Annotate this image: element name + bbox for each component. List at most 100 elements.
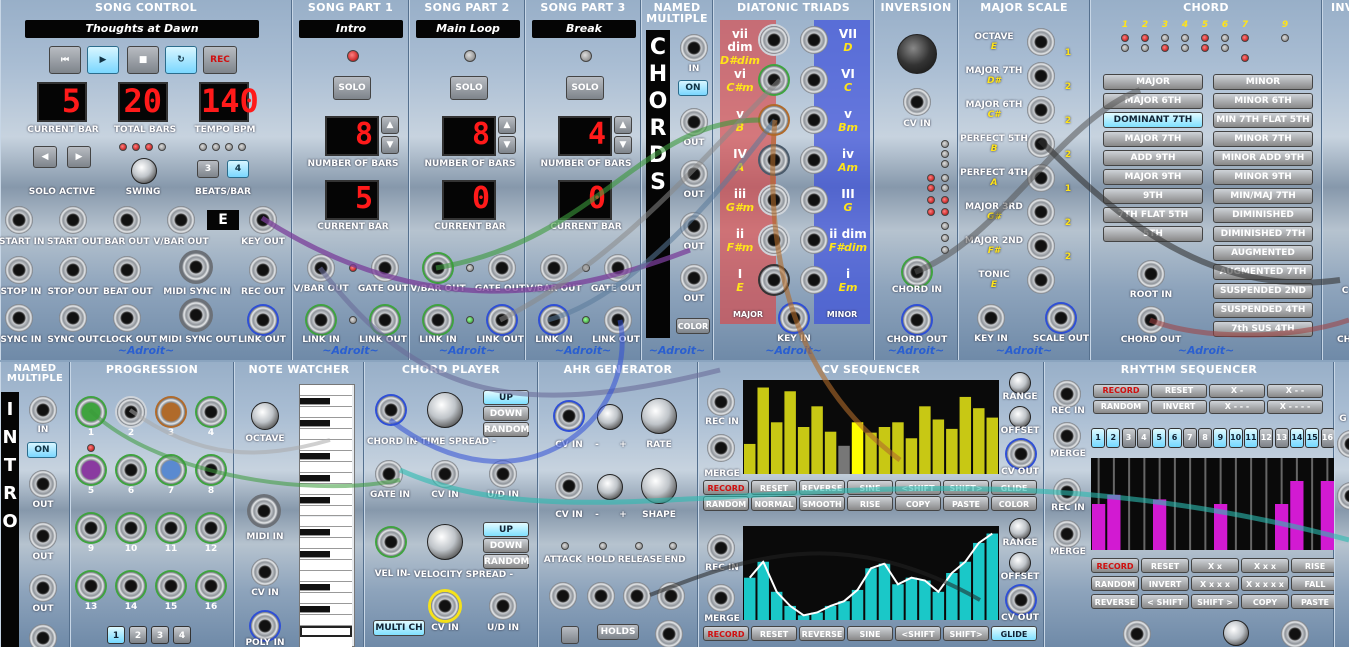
rec-in-jack[interactable] (1053, 478, 1081, 506)
multiple-name-vertical[interactable]: INTRO (1, 392, 19, 647)
ud-in-jack[interactable] (489, 460, 517, 488)
scale-degree-jack[interactable] (1027, 198, 1055, 226)
merge-jack[interactable] (1053, 520, 1081, 548)
progression-step-jack[interactable] (77, 572, 105, 600)
chord-type-button[interactable]: MAJOR 9TH (1103, 169, 1203, 185)
triad-minor-jack[interactable] (800, 26, 828, 54)
cv-in-jack[interactable] (251, 558, 279, 586)
progression-step-jack[interactable] (117, 398, 145, 426)
song-name-display[interactable]: Thoughts at Dawn (25, 20, 259, 38)
rhythm-bottom-button[interactable]: PASTE (1291, 594, 1339, 609)
random-button[interactable]: RANDOM (483, 422, 530, 437)
cv-seq-button[interactable]: REVERSE (799, 480, 845, 495)
scale-degree-jack[interactable] (1027, 232, 1055, 260)
sequence-step-bar[interactable] (932, 591, 945, 620)
rec-in-jack[interactable] (707, 534, 735, 562)
progression-step-jack[interactable] (197, 456, 225, 484)
song-part-name[interactable]: Intro (299, 20, 403, 38)
multiple-out-jack[interactable] (29, 574, 57, 602)
start-out-jack[interactable] (59, 206, 87, 234)
sequence-step-bar[interactable] (892, 422, 904, 474)
cv-seq-button[interactable]: RESET (751, 626, 797, 641)
progression-step-jack[interactable] (117, 572, 145, 600)
cv-sequence-2-display[interactable] (743, 526, 999, 620)
progression-step-jack[interactable] (77, 398, 105, 426)
scale-degree-jack[interactable] (1027, 130, 1055, 158)
range-knob[interactable] (1009, 518, 1031, 540)
chord-type-button[interactable]: SUSPENDED 2ND (1213, 283, 1313, 299)
sequence-step-bar[interactable] (744, 443, 756, 474)
key-in-jack[interactable] (780, 304, 808, 332)
solo-next-button[interactable]: ▶ (67, 146, 91, 168)
chord-in-jack[interactable] (377, 396, 405, 424)
sequence-step-bar[interactable] (824, 431, 837, 474)
rhythm-step-bar[interactable] (1153, 499, 1167, 550)
chord-type-button[interactable]: 9TH (1103, 188, 1203, 204)
rhythm-step-button[interactable]: 1 (1091, 428, 1105, 448)
rec-button[interactable]: REC (203, 46, 237, 74)
rhythm-top-button[interactable]: INVERT (1151, 400, 1207, 414)
triad-minor-jack[interactable] (800, 266, 828, 294)
cv-in-jack[interactable] (431, 460, 459, 488)
rhythm-step-button[interactable]: 5 (1152, 428, 1167, 448)
progression-step-jack[interactable] (77, 514, 105, 542)
shape-knob[interactable] (641, 468, 677, 504)
sequence-step-bar[interactable] (784, 391, 796, 474)
rhythm-top-button[interactable]: X - (1209, 384, 1265, 398)
merge-jack[interactable] (707, 584, 735, 612)
rhythm-top-button[interactable]: X - - - - (1267, 400, 1323, 414)
rhythm-step-button[interactable]: 13 (1274, 428, 1289, 448)
rhythm-out-2-jack[interactable] (1281, 620, 1309, 647)
triad-minor-jack[interactable] (800, 146, 828, 174)
chord-type-button[interactable]: MIN 7TH FLAT 5TH (1213, 112, 1313, 128)
rhythm-step-bar[interactable] (1275, 504, 1289, 550)
sequence-step-bar[interactable] (838, 445, 850, 474)
range-knob[interactable] (1009, 372, 1031, 394)
sequence-step-bar[interactable] (959, 561, 972, 620)
chord-type-button[interactable]: 7TH FLAT 5TH (1103, 207, 1203, 223)
vel-in-jack[interactable] (377, 528, 405, 556)
octave-knob[interactable] (251, 402, 279, 430)
chord-type-button[interactable]: MAJOR (1103, 74, 1203, 90)
chord-type-button[interactable]: DIMINISHED 7TH (1213, 226, 1313, 242)
progression-step-jack[interactable] (77, 456, 105, 484)
sequence-step-bar[interactable] (919, 406, 931, 474)
merge-jack[interactable] (707, 434, 735, 462)
bars-down-button[interactable]: ▼ (381, 136, 399, 154)
rate-cv-in-jack[interactable] (555, 402, 583, 430)
progression-step-jack[interactable] (197, 572, 225, 600)
chord-out-jack[interactable] (1137, 306, 1165, 334)
multiple-out-jack[interactable] (29, 470, 57, 498)
link-out-jack[interactable] (604, 306, 632, 334)
sequence-step-bar[interactable] (878, 563, 891, 620)
merge-jack[interactable] (1053, 422, 1081, 450)
progression-step-jack[interactable] (117, 514, 145, 542)
root-in-jack[interactable] (1137, 260, 1165, 288)
midi-sync-in-jack[interactable] (179, 250, 213, 284)
rhythm-bottom-button[interactable]: X x x x x (1241, 576, 1289, 591)
song-part-name[interactable]: Break (532, 20, 636, 38)
cv-in-jack[interactable] (903, 88, 931, 116)
rhythm-bottom-button[interactable]: RECORD (1091, 558, 1139, 573)
solo-button[interactable]: SOLO (450, 76, 488, 100)
hold-toggle-button[interactable] (561, 626, 579, 644)
edge-jack[interactable] (1337, 430, 1349, 458)
chord-type-button[interactable]: AUGMENTED (1213, 245, 1313, 261)
up-button[interactable]: UP (483, 390, 529, 405)
link-in-jack[interactable] (307, 306, 335, 334)
cv-seq-button[interactable]: RECORD (703, 480, 749, 495)
chord-type-button[interactable]: MINOR ADD 9TH (1213, 150, 1313, 166)
triad-minor-jack[interactable] (800, 226, 828, 254)
bars-down-button[interactable]: ▼ (498, 136, 516, 154)
skip-back-button[interactable]: ⏮ (49, 46, 81, 74)
multiple-name-vertical[interactable]: CHORDS (646, 30, 670, 338)
vbar-out-jack[interactable] (307, 254, 335, 282)
cv-in-2-jack[interactable] (431, 592, 459, 620)
attack-out-jack[interactable] (549, 582, 577, 610)
sync-out-jack[interactable] (59, 304, 87, 332)
rhythm-step-button[interactable]: 2 (1106, 428, 1121, 448)
rhythm-step-button[interactable]: 10 (1228, 428, 1243, 448)
scale-degree-jack[interactable] (1027, 62, 1055, 90)
multiple-out-2-jack[interactable] (680, 160, 708, 188)
rhythm-step-bar[interactable] (1290, 481, 1304, 550)
